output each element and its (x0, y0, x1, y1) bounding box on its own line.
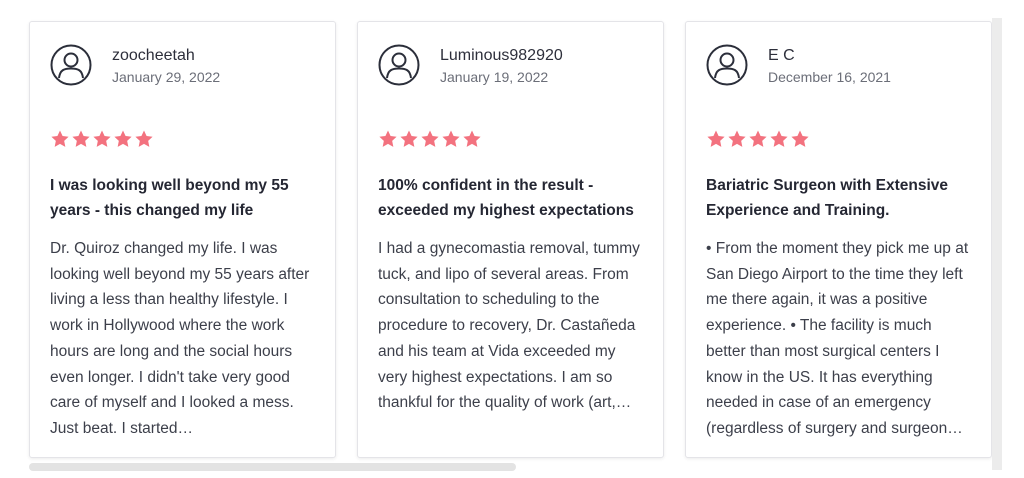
star-rating (378, 129, 643, 151)
star-icon (442, 130, 460, 147)
review-author: E C (768, 47, 795, 64)
next-card-edge (992, 18, 1002, 470)
review-title: Bariatric Surgeon with Extensive Experie… (706, 177, 949, 219)
reviews-carousel: zoocheetah January 29, 2022 I was lookin… (0, 0, 1024, 478)
review-date: December 16, 2021 (768, 69, 891, 85)
star-icon (93, 130, 111, 147)
star-rating (50, 129, 315, 151)
star-icon (135, 130, 153, 147)
review-card[interactable]: Luminous982920 January 19, 2022 100% con… (357, 21, 664, 458)
star-icon (51, 130, 69, 147)
star-icon (400, 130, 418, 147)
star-icon (791, 130, 809, 147)
star-icon (728, 130, 746, 147)
review-header: E C December 16, 2021 (706, 44, 971, 94)
star-icon (770, 130, 788, 147)
star-icon (463, 130, 481, 147)
review-card[interactable]: zoocheetah January 29, 2022 I was lookin… (29, 21, 336, 458)
star-icon (72, 130, 90, 147)
star-icon (749, 130, 767, 147)
review-header: zoocheetah January 29, 2022 (50, 44, 315, 94)
star-icon (707, 130, 725, 147)
review-header: Luminous982920 January 19, 2022 (378, 44, 643, 94)
review-card[interactable]: E C December 16, 2021 Bariatric Surgeon … (685, 21, 992, 458)
review-date: January 19, 2022 (440, 69, 549, 85)
review-title: 100% confident in the result - exceeded … (378, 177, 634, 219)
review-title: I was looking well beyond my 55 years - … (50, 177, 289, 219)
star-icon (114, 130, 132, 147)
review-author: Luminous982920 (440, 47, 563, 64)
star-icon (421, 130, 439, 147)
user-avatar-icon (50, 44, 92, 86)
user-avatar-icon (706, 44, 748, 86)
user-avatar-icon (378, 44, 420, 86)
review-body: • From the moment they pick me up at San… (706, 240, 969, 437)
horizontal-scrollbar[interactable] (29, 463, 516, 471)
review-date: January 29, 2022 (112, 69, 221, 85)
review-author: zoocheetah (112, 47, 195, 64)
review-body: Dr. Quiroz changed my life. I was lookin… (50, 240, 310, 437)
star-rating (706, 129, 971, 151)
review-body: I had a gynecomastia removal, tummy tuck… (378, 240, 640, 412)
star-icon (379, 130, 397, 147)
